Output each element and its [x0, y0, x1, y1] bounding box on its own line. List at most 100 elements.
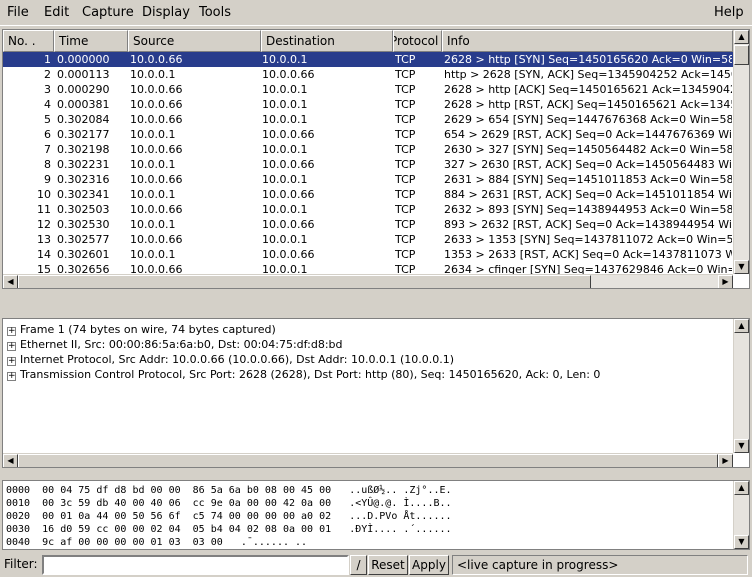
scroll-thumb[interactable] [734, 45, 749, 65]
column-header-info[interactable]: Info [442, 30, 733, 52]
packet-protocol: TCP [395, 68, 416, 81]
packet-row[interactable]: 1 0.000000 10.0.0.66 10.0.0.1 TCP 2628 > http… [3, 52, 733, 67]
details-vscrollbar[interactable]: ▲ ▼ [733, 319, 749, 453]
packet-row[interactable]: 11 0.302503 10.0.0.66 10.0.0.1 TCP 2632 > 893… [3, 202, 733, 217]
packet-row[interactable]: 12 0.302530 10.0.0.1 10.0.0.66 TCP 893 > 2632… [3, 217, 733, 232]
packet-row[interactable]: 9 0.302316 10.0.0.66 10.0.0.1 TCP 2631 > 884 … [3, 172, 733, 187]
packet-row[interactable]: 4 0.000381 10.0.0.66 10.0.0.1 TCP 2628 > http… [3, 97, 733, 112]
tree-item-label: Internet Protocol, Src Addr: 10.0.0.66 (… [20, 353, 455, 366]
apply-button[interactable]: Apply [409, 555, 449, 575]
hex-line: 0020 00 01 0a 44 00 50 56 6f c5 74 00 00… [6, 511, 452, 522]
packet-protocol: TCP [395, 218, 416, 231]
scroll-left-icon[interactable]: ◀ [3, 275, 18, 288]
packet-list-hscrollbar[interactable]: ◀ ▶ [3, 274, 733, 288]
packet-info: http > 2628 [SYN, ACK] Seq=1345904252 Ac… [444, 68, 732, 81]
scroll-left-icon[interactable]: ◀ [3, 454, 18, 467]
column-header-destination[interactable]: Destination [261, 30, 393, 52]
packet-destination: 10.0.0.66 [262, 68, 315, 81]
packet-destination: 10.0.0.1 [262, 173, 308, 186]
packet-no: 8 [44, 158, 51, 171]
packet-no: 5 [44, 113, 51, 126]
menu-file[interactable]: File [7, 5, 29, 20]
packet-time: 0.302316 [57, 173, 110, 186]
packet-row[interactable]: 10 0.302341 10.0.0.1 10.0.0.66 TCP 884 > 2631… [3, 187, 733, 202]
packet-source: 10.0.0.66 [130, 203, 183, 216]
hex-dump-pane: 0000 00 04 75 df d8 bd 00 00 86 5a 6a b0… [2, 480, 750, 550]
packet-time: 0.302341 [57, 188, 110, 201]
packet-info: 2629 > 654 [SYN] Seq=1447676368 Ack=0 Wi… [444, 113, 732, 126]
packet-row[interactable]: 14 0.302601 10.0.0.1 10.0.0.66 TCP 1353 > 263… [3, 247, 733, 262]
packet-row[interactable]: 7 0.302198 10.0.0.66 10.0.0.1 TCP 2630 > 327 … [3, 142, 733, 157]
scroll-thumb[interactable] [18, 454, 718, 467]
menu-display[interactable]: Display [142, 5, 190, 20]
menu-tools[interactable]: Tools [199, 5, 231, 20]
packet-source: 10.0.0.1 [130, 248, 176, 261]
packet-row[interactable]: 2 0.000113 10.0.0.1 10.0.0.66 TCP http > 2628… [3, 67, 733, 82]
packet-row[interactable]: 8 0.302231 10.0.0.1 10.0.0.66 TCP 327 > 2630 … [3, 157, 733, 172]
pane-divider[interactable] [0, 305, 752, 313]
packet-protocol: TCP [395, 143, 416, 156]
pane-divider[interactable] [0, 469, 752, 477]
packet-time: 0.302231 [57, 158, 110, 171]
hex-line: 0030 16 d0 59 cc 00 00 02 04 05 b4 04 02… [6, 524, 452, 535]
tree-item-ip[interactable]: + Internet Protocol, Src Addr: 10.0.0.66 … [7, 352, 454, 367]
scroll-right-icon[interactable]: ▶ [718, 275, 733, 288]
tree-item-ethernet[interactable]: + Ethernet II, Src: 00:00:86:5a:6a:b0, Ds… [7, 337, 343, 352]
menu-help[interactable]: Help [714, 5, 744, 20]
scroll-up-icon[interactable]: ▲ [734, 481, 749, 495]
packet-info: 654 > 2629 [RST, ACK] Seq=0 Ack=14476763… [444, 128, 732, 141]
hex-vscrollbar[interactable]: ▲ ▼ [733, 481, 749, 549]
packet-row[interactable]: 5 0.302084 10.0.0.66 10.0.0.1 TCP 2629 > 654 … [3, 112, 733, 127]
packet-time: 0.000113 [57, 68, 110, 81]
packet-destination: 10.0.0.1 [262, 98, 308, 111]
packet-info: 2632 > 893 [SYN] Seq=1438944953 Ack=0 Wi… [444, 203, 732, 216]
details-hscrollbar[interactable]: ◀ ▶ [3, 453, 733, 467]
packet-protocol: TCP [395, 233, 416, 246]
packet-destination: 10.0.0.1 [262, 53, 308, 66]
scroll-down-icon[interactable]: ▼ [734, 535, 749, 549]
packet-no: 11 [37, 203, 51, 216]
menu-edit[interactable]: Edit [44, 5, 69, 20]
expand-plus-icon[interactable]: + [7, 357, 16, 366]
packet-row[interactable]: 6 0.302177 10.0.0.1 10.0.0.66 TCP 654 > 2629 … [3, 127, 733, 142]
column-header-source[interactable]: Source [128, 30, 261, 52]
packet-list-vscrollbar[interactable]: ▲ ▼ [733, 30, 749, 274]
column-header-protocol[interactable]: Protocol [393, 30, 442, 52]
scroll-thumb[interactable] [18, 275, 591, 288]
packet-no: 10 [37, 188, 51, 201]
expand-plus-icon[interactable]: + [7, 372, 16, 381]
packet-protocol: TCP [395, 188, 416, 201]
scroll-down-icon[interactable]: ▼ [734, 439, 749, 453]
reset-button[interactable]: Reset [368, 555, 408, 575]
packet-row[interactable]: 3 0.000290 10.0.0.66 10.0.0.1 TCP 2628 > http… [3, 82, 733, 97]
hex-line: 0000 00 04 75 df d8 bd 00 00 86 5a 6a b0… [6, 485, 452, 496]
packet-time: 0.302577 [57, 233, 110, 246]
packet-list-pane: No. . Time Source Destination Protocol I… [2, 29, 750, 289]
packet-time: 0.302530 [57, 218, 110, 231]
packet-info: 2628 > http [SYN] Seq=1450165620 Ack=0 W… [444, 53, 732, 66]
tree-item-tcp[interactable]: + Transmission Control Protocol, Src Port… [7, 367, 600, 382]
packet-protocol: TCP [395, 248, 416, 261]
packet-info: 2628 > http [ACK] Seq=1450165621 Ack=134… [444, 83, 732, 96]
column-header-no[interactable]: No. . [3, 30, 54, 52]
packet-destination: 10.0.0.66 [262, 248, 315, 261]
scroll-up-icon[interactable]: ▲ [734, 319, 749, 333]
tree-item-label: Ethernet II, Src: 00:00:86:5a:6a:b0, Dst… [20, 338, 343, 351]
packet-info: 327 > 2630 [RST, ACK] Seq=0 Ack=14505644… [444, 158, 732, 171]
scroll-up-icon[interactable]: ▲ [734, 30, 749, 44]
expand-plus-icon[interactable]: + [7, 342, 16, 351]
scroll-right-icon[interactable]: ▶ [718, 454, 733, 467]
expand-plus-icon[interactable]: + [7, 327, 16, 336]
scroll-down-icon[interactable]: ▼ [734, 260, 749, 274]
packet-no: 9 [44, 173, 51, 186]
packet-time: 0.000290 [57, 83, 110, 96]
column-header-time[interactable]: Time [54, 30, 128, 52]
packet-source: 10.0.0.1 [130, 218, 176, 231]
tree-item-frame[interactable]: + Frame 1 (74 bytes on wire, 74 bytes cap… [7, 322, 276, 337]
packet-row[interactable]: 13 0.302577 10.0.0.66 10.0.0.1 TCP 2633 > 135… [3, 232, 733, 247]
filter-expression-button[interactable]: / [350, 555, 367, 575]
packet-info: 884 > 2631 [RST, ACK] Seq=0 Ack=14510118… [444, 188, 732, 201]
packet-destination: 10.0.0.66 [262, 188, 315, 201]
menu-capture[interactable]: Capture [82, 5, 134, 20]
filter-input[interactable] [42, 555, 349, 575]
